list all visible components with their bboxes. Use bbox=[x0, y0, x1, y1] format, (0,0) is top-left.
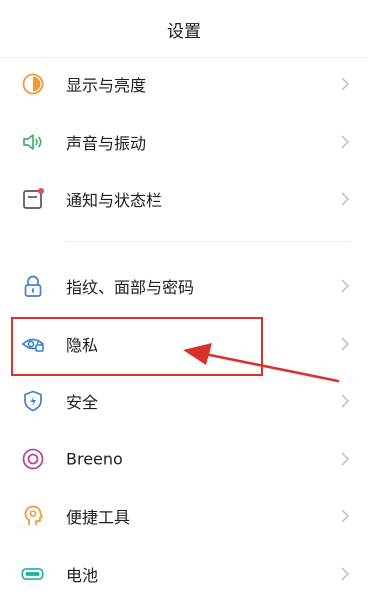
sound-icon bbox=[21, 130, 45, 154]
settings-item-security[interactable]: 安全 bbox=[0, 373, 368, 429]
settings-item-label: 显示与亮度 bbox=[66, 76, 147, 95]
settings-item-notifications[interactable]: 通知与状态栏 bbox=[0, 171, 368, 227]
settings-item-label: Breeno bbox=[66, 449, 123, 469]
chevron-right-icon bbox=[341, 337, 350, 351]
chevron-right-icon bbox=[341, 77, 350, 91]
brightness-icon bbox=[21, 72, 45, 96]
chevron-right-icon bbox=[341, 567, 350, 581]
settings-item-label: 便捷工具 bbox=[66, 508, 131, 527]
annotation-highlight-box bbox=[11, 317, 263, 376]
battery-icon bbox=[21, 562, 45, 586]
chevron-right-icon bbox=[341, 135, 350, 149]
lock-icon bbox=[21, 274, 45, 298]
chevron-right-icon bbox=[341, 394, 350, 408]
shield-icon bbox=[21, 389, 45, 413]
settings-item-convenience-tools[interactable]: 便捷工具 bbox=[0, 488, 368, 544]
chevron-right-icon bbox=[341, 509, 350, 523]
settings-item-label: 安全 bbox=[66, 393, 99, 412]
settings-item-sound[interactable]: 声音与振动 bbox=[0, 114, 368, 170]
chevron-right-icon bbox=[341, 279, 350, 293]
chevron-right-icon bbox=[341, 192, 350, 206]
tools-icon bbox=[21, 504, 45, 528]
header-bar: 设置 bbox=[0, 0, 368, 58]
section-divider bbox=[66, 241, 350, 242]
settings-item-display[interactable]: 显示与亮度 bbox=[0, 56, 368, 112]
page-title: 设置 bbox=[167, 21, 201, 42]
settings-item-label: 电池 bbox=[66, 566, 99, 585]
settings-item-battery[interactable]: 电池 bbox=[0, 546, 368, 602]
notification-icon bbox=[21, 187, 45, 211]
settings-item-label: 声音与振动 bbox=[66, 134, 147, 153]
settings-item-label: 指纹、面部与密码 bbox=[66, 278, 195, 297]
breeno-icon bbox=[21, 447, 45, 471]
settings-item-breeno[interactable]: Breeno bbox=[0, 431, 368, 487]
settings-item-label: 通知与状态栏 bbox=[66, 191, 163, 210]
settings-item-fingerprint-face-password[interactable]: 指纹、面部与密码 bbox=[0, 258, 368, 314]
chevron-right-icon bbox=[341, 452, 350, 466]
